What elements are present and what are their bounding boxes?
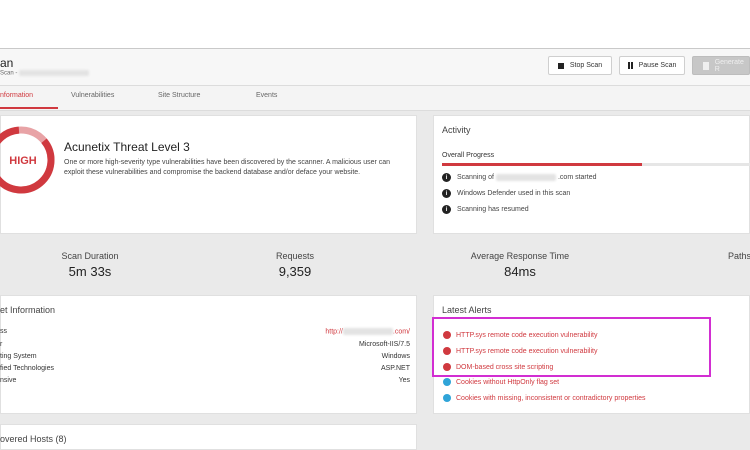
latest-alerts-title: Latest Alerts — [442, 305, 492, 315]
activity-title: Activity — [442, 125, 471, 135]
technologies-label: fied Technologies — [0, 365, 54, 372]
paths-label: Paths — [728, 251, 750, 261]
os-label: ting System — [0, 353, 37, 360]
document-icon — [703, 61, 709, 70]
os-value: Windows — [381, 353, 410, 360]
tab-vulnerabilities[interactable]: Vulnerabilities — [71, 92, 114, 99]
active-tab-indicator — [0, 107, 58, 109]
info-icon: i — [442, 205, 451, 214]
redacted-host — [342, 328, 393, 335]
technologies-value: ASP.NET — [380, 365, 410, 372]
requests-value: 9,359 — [278, 264, 312, 279]
scan-duration-value: 5m 33s — [68, 264, 112, 279]
pause-scan-button[interactable]: Pause Scan — [619, 56, 685, 75]
server-value: Microsoft-IIS/7.5 — [359, 341, 410, 348]
alert-item[interactable]: Cookies with missing, inconsistent or co… — [443, 394, 645, 402]
stop-scan-button[interactable]: Stop Scan — [548, 56, 612, 75]
server-label: r — [0, 341, 3, 348]
stop-icon — [557, 62, 564, 69]
page-title: an — [0, 56, 14, 70]
requests-label: Requests — [275, 251, 315, 261]
pause-icon — [627, 62, 633, 69]
activity-item: i Scanning has resumed — [442, 205, 529, 214]
overall-progress-label: Overall Progress — [442, 152, 495, 159]
scan-duration-label: Scan Duration — [61, 251, 119, 261]
tab-scan-information[interactable]: nformation — [0, 92, 33, 99]
generate-report-button[interactable]: Generate R — [692, 56, 750, 75]
scan-subtitle: Scan - — [0, 70, 90, 77]
target-address-value[interactable]: http://.com/ — [325, 328, 410, 335]
info-icon: i — [442, 173, 451, 182]
highlight-box — [432, 317, 711, 377]
redacted-target — [19, 70, 90, 76]
avg-response-label: Average Response Time — [470, 251, 570, 261]
responsive-value: Yes — [398, 377, 410, 384]
alert-item[interactable]: Cookies without HttpOnly flag set — [443, 378, 559, 386]
scan-header: an Scan - Stop Scan Pause Scan Generate … — [0, 49, 750, 86]
avg-response-value: 84ms — [504, 264, 536, 279]
target-info-title: et Information — [0, 305, 56, 315]
bug-icon — [443, 378, 451, 386]
tab-site-structure[interactable]: Site Structure — [158, 92, 200, 99]
redacted-host — [495, 174, 556, 181]
overall-progress-bar — [442, 163, 750, 166]
activity-item: i Scanning of .com started — [442, 173, 597, 182]
threat-badge: HIGH — [9, 155, 37, 167]
tab-events[interactable]: Events — [256, 92, 277, 99]
responsive-label: nsive — [0, 377, 17, 384]
top-bar — [0, 0, 750, 49]
activity-item: i Windows Defender used in this scan — [442, 189, 570, 198]
target-info-card — [0, 295, 417, 414]
threat-description: One or more high-severity type vulnerabi… — [64, 159, 391, 176]
threat-gauge: HIGH — [0, 126, 55, 194]
target-address-label: ss — [0, 328, 7, 335]
tab-bar: nformation Vulnerabilities Site Structur… — [0, 86, 750, 111]
discovered-hosts-title: overed Hosts (8) — [0, 434, 67, 444]
overall-progress-fill — [442, 163, 643, 166]
info-icon: i — [442, 189, 451, 198]
bug-icon — [443, 394, 451, 402]
threat-title: Acunetix Threat Level 3 — [64, 140, 190, 154]
